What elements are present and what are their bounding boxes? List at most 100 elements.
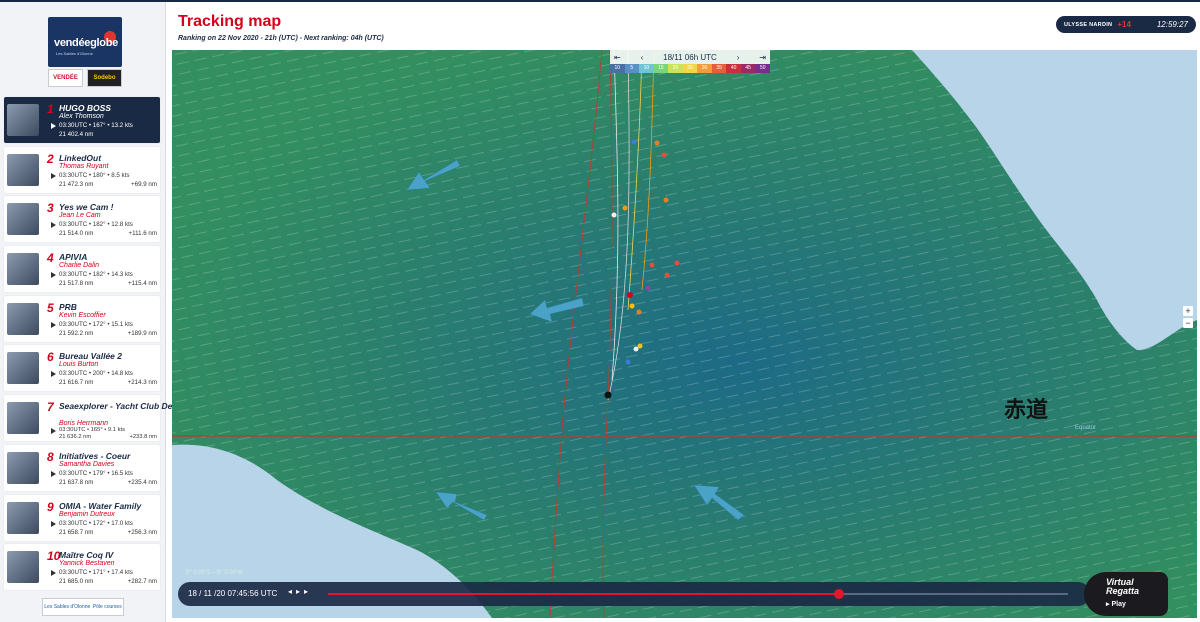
- boat-marker[interactable]: [611, 212, 617, 218]
- distance-to-finish: 21 592.2 nm: [59, 329, 94, 337]
- boat-stats: 03:30UTC • 200° • 14.8 kts: [59, 370, 133, 378]
- play-icon[interactable]: [51, 272, 56, 279]
- nav-first-button[interactable]: ⇤: [614, 53, 621, 62]
- tracking-page: vendéeglobe Les Sables d'Olonne VENDÉE S…: [0, 0, 1200, 622]
- wind-speed-scale: 10 5 10 15 20 25 30 35 40 45 50: [610, 64, 771, 73]
- rank-number: 5: [47, 300, 54, 315]
- sables-logo[interactable]: Les Sables d'Olonne: [44, 604, 90, 610]
- play-icon[interactable]: [51, 172, 56, 179]
- boat-marker-hugo-boss[interactable]: [604, 391, 612, 399]
- boat-marker[interactable]: [637, 343, 643, 349]
- playback-timeline[interactable]: [328, 589, 1068, 599]
- play-icon[interactable]: [51, 428, 56, 435]
- play-icon[interactable]: [51, 123, 56, 129]
- boat-marker[interactable]: [625, 359, 631, 365]
- clock-time: 12:59:27: [1156, 20, 1188, 29]
- ranking-card[interactable]: 2 LinkedOut Thomas Ruyant 03:30UTC • 180° •…: [4, 146, 160, 193]
- distance-to-leader: +69.9 nm: [131, 180, 157, 188]
- boat-marker[interactable]: [663, 197, 669, 203]
- ranking-card[interactable]: 3 Yes we Cam ! Jean Le Cam 03:30UTC • 182° …: [4, 196, 160, 243]
- ranking-card[interactable]: 7 Seaexplorer - Yacht Club De Monaco Boris…: [4, 395, 207, 442]
- playback-next-button[interactable]: ▸: [304, 587, 308, 596]
- skipper-avatar: [7, 352, 39, 385]
- skipper-name: Kevin Escoffier: [59, 311, 106, 319]
- playback-play-button[interactable]: ▸: [296, 587, 300, 596]
- playback-prev-button[interactable]: ◂: [288, 587, 292, 596]
- pole-courses-logo[interactable]: Pôle courses: [93, 604, 122, 610]
- boat-stats: 03:30UTC • 167° • 13.2 kts: [59, 122, 133, 129]
- coordinate-readout: 0° 0.00'S – 0° 0.00'W: [186, 570, 243, 576]
- ranking-card[interactable]: 10 Maître Coq IV Yannick Bestaven 03:30UTC …: [4, 544, 160, 591]
- scale-step: 45: [740, 64, 756, 73]
- map-canvas[interactable]: [172, 50, 1197, 618]
- play-icon[interactable]: [51, 520, 56, 527]
- playback-bar: 18 / 11 /20 07:45:56 UTC ◂ ▸ ▸: [178, 582, 1090, 606]
- zoom-in-button[interactable]: +: [1183, 306, 1193, 316]
- skipper-name: Boris Herrmann: [59, 420, 109, 428]
- rank-number: 8: [47, 449, 54, 464]
- distance-to-leader: +214.3 nm: [127, 379, 157, 387]
- rank-number: 3: [47, 201, 54, 216]
- distance-to-leader: +256.3 nm: [127, 528, 157, 536]
- distance-to-leader: +233.8 nm: [129, 434, 157, 441]
- boat-marker[interactable]: [631, 139, 637, 145]
- vendee-globe-logo[interactable]: vendéeglobe Les Sables d'Olonne: [48, 17, 122, 67]
- scale-step: 10: [639, 64, 654, 73]
- sponsor-label: ULYSSE NARDIN: [1064, 21, 1113, 28]
- play-icon[interactable]: [51, 321, 56, 328]
- boat-marker[interactable]: [664, 272, 670, 278]
- boat-marker[interactable]: [629, 303, 635, 309]
- ranking-card[interactable]: 4 APIVIA Charlie Dalin 03:30UTC • 182° • 14…: [4, 246, 160, 293]
- ranking-card[interactable]: 5 PRB Kevin Escoffier 03:30UTC • 172° • 15.…: [4, 295, 160, 342]
- ranking-card[interactable]: 6 Bureau Vallée 2 Louis Burton 03:30UTC • 2…: [4, 345, 160, 392]
- boat-marker[interactable]: [622, 205, 628, 211]
- play-icon[interactable]: [51, 371, 56, 378]
- boat-marker[interactable]: [661, 152, 667, 158]
- boat-marker[interactable]: [633, 346, 639, 352]
- nav-next-button[interactable]: ›: [737, 53, 740, 62]
- scale-step: 5: [624, 64, 640, 73]
- virtual-regatta-button[interactable]: Virtual Regatta ▸ Play: [1084, 572, 1168, 616]
- distance-to-leader: +235.4 nm: [127, 478, 157, 486]
- play-icon[interactable]: [51, 222, 56, 229]
- boat-name: PRB: [59, 301, 77, 312]
- sodebo-partner-logo[interactable]: Sodebo: [87, 69, 122, 87]
- playback-knob[interactable]: [833, 589, 844, 599]
- distance-to-leader: +282.7 nm: [127, 578, 157, 586]
- boat-marker[interactable]: [654, 140, 660, 146]
- skipper-avatar: [7, 501, 39, 534]
- boat-stats: 03:30UTC • 182° • 14.3 kts: [59, 271, 133, 279]
- skipper-avatar: [7, 402, 39, 435]
- boat-marker[interactable]: [645, 285, 651, 291]
- partner-logos: VENDÉE Sodebo: [48, 69, 122, 87]
- boat-name: Yes we Cam !: [59, 202, 114, 213]
- ranking-info: Ranking on 22 Nov 2020 - 21h (UTC) - Nex…: [178, 35, 384, 42]
- distance-to-finish: 21 658.7 nm: [59, 528, 94, 536]
- skipper-avatar: [7, 153, 39, 186]
- equator-map-label: Equator: [1075, 425, 1097, 431]
- ranking-card[interactable]: 1 HUGO BOSS Alex Thomson 03:30UTC • 167° • …: [4, 97, 160, 143]
- nav-prev-button[interactable]: ‹: [641, 53, 644, 62]
- boat-marker[interactable]: [649, 262, 655, 268]
- distance-to-finish: 21 636.2 nm: [59, 434, 92, 441]
- boat-name: LinkedOut: [59, 152, 102, 163]
- distance-to-leader: +189.9 nm: [127, 329, 157, 337]
- boat-marker[interactable]: [627, 292, 633, 298]
- ranking-card[interactable]: 8 Initiatives - Coeur Samantha Davies 03:30…: [4, 444, 160, 491]
- boat-name: APIVIA: [59, 252, 88, 263]
- tracking-map[interactable]: ⇤ ‹ 18/11 06h UTC › ⇥ 10 5 10 15 20 25 30 35 40 4…: [172, 50, 1197, 618]
- ranking-card[interactable]: 9 OMIA - Water Family Benjamin Dutreux 03:3…: [4, 494, 160, 541]
- distance-to-finish: 21 514.0 nm: [59, 230, 94, 238]
- play-icon[interactable]: [51, 470, 56, 477]
- boat-marker[interactable]: [636, 309, 642, 315]
- boat-stats: 03:30UTC • 182° • 12.8 kts: [59, 221, 133, 229]
- boat-name: HUGO BOSS: [59, 103, 111, 113]
- zoom-out-button[interactable]: −: [1183, 318, 1193, 328]
- ranking-list: 1 HUGO BOSS Alex Thomson 03:30UTC • 167° • …: [4, 97, 207, 594]
- nav-last-button[interactable]: ⇥: [759, 53, 766, 62]
- skipper-name: Benjamin Dutreux: [59, 510, 115, 518]
- play-icon[interactable]: [51, 570, 56, 577]
- boat-marker[interactable]: [674, 260, 680, 266]
- boat-name: OMIA - Water Family: [59, 500, 142, 511]
- vendee-partner-logo[interactable]: VENDÉE: [48, 69, 83, 87]
